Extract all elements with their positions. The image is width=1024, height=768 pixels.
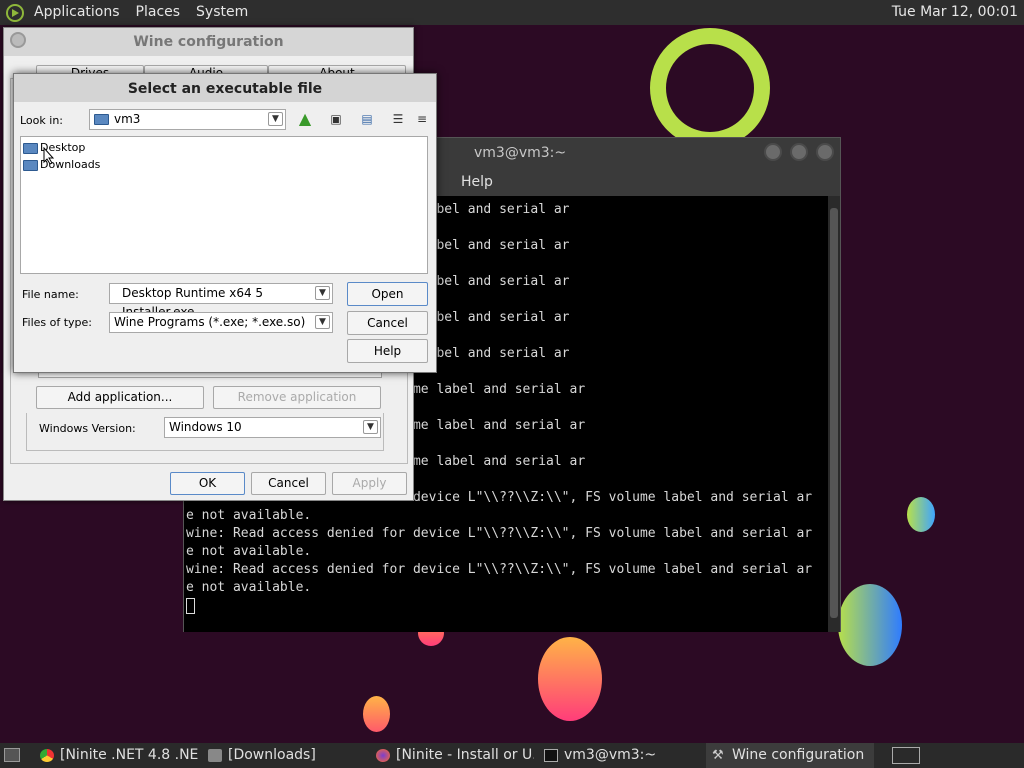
windows-version-select[interactable]: Windows 10 ▼ [164, 417, 381, 438]
task-ninite-install[interactable]: [Ninite - Install or U... [370, 743, 534, 768]
show-desktop-icon[interactable] [4, 748, 20, 762]
minimize-button[interactable] [764, 143, 782, 161]
look-in-select[interactable]: vm3 ▼ [89, 109, 286, 130]
terminal-line: e not available. [186, 508, 312, 523]
apply-button[interactable]: Apply [332, 472, 407, 495]
menu-help[interactable]: Help [461, 174, 493, 190]
help-button[interactable]: Help [347, 339, 428, 363]
task-downloads[interactable]: [Downloads] [202, 743, 366, 768]
wallpaper-ring [650, 28, 770, 148]
file-list[interactable]: Desktop Downloads [20, 136, 428, 274]
details-view-icon[interactable]: ≡ [411, 109, 433, 129]
folder-icon [94, 114, 109, 125]
desktop-icon[interactable]: ▣ [325, 109, 347, 129]
terminal-title: vm3@vm3:~ [474, 145, 567, 161]
dialog-title[interactable]: Select an executable file [14, 74, 436, 102]
folder-icon [23, 159, 38, 171]
close-button[interactable] [816, 143, 834, 161]
menu-places[interactable]: Places [128, 0, 189, 25]
terminal-scroll-thumb[interactable] [830, 208, 838, 618]
up-folder-icon[interactable]: ▲ [294, 109, 316, 129]
wine-menu-button[interactable] [10, 32, 26, 48]
add-application-button[interactable]: Add application... [36, 386, 204, 409]
terminal-line: e not available. [186, 544, 312, 559]
chevron-down-icon: ▼ [315, 286, 330, 300]
chevron-down-icon: ▼ [315, 315, 330, 329]
task-wine-config[interactable]: ⚒ Wine configuration [706, 743, 874, 768]
task-ninite-net[interactable]: [Ninite .NET 4.8 .NE... [34, 743, 198, 768]
workspace-switcher[interactable] [892, 747, 920, 764]
chevron-down-icon: ▼ [363, 420, 378, 434]
maximize-button[interactable] [790, 143, 808, 161]
menu-system[interactable]: System [188, 0, 256, 25]
terminal-line: wine: Read access denied for device L"\\… [186, 562, 813, 577]
tools-icon: ⚒ [712, 748, 724, 763]
chevron-down-icon: ▼ [268, 112, 283, 126]
files-of-type-select[interactable]: Wine Programs (*.exe; *.exe.so) ▼ [109, 312, 333, 333]
wine-config-title[interactable]: Wine configuration [4, 28, 413, 56]
ok-button[interactable]: OK [170, 472, 245, 495]
wallpaper-bubble-blue [838, 584, 902, 666]
open-button[interactable]: Open [347, 282, 428, 306]
list-view-icon[interactable]: ☰ [387, 109, 409, 129]
mouse-pointer-icon [43, 147, 55, 165]
list-item[interactable]: Downloads [23, 158, 100, 171]
file-name-label: File name: [22, 288, 79, 301]
terminal-cursor [186, 597, 195, 614]
top-panel: Applications Places System Tue Mar 12, 0… [0, 0, 1024, 25]
distro-logo-icon[interactable] [6, 3, 24, 22]
folder-icon [23, 142, 38, 154]
look-in-label: Look in: [20, 114, 63, 127]
remove-application-button[interactable]: Remove application [213, 386, 381, 409]
terminal-icon [544, 749, 558, 762]
wallpaper-bubble-pink [538, 637, 602, 721]
taskbar: [Ninite .NET 4.8 .NE... [Downloads] [Nin… [0, 743, 1024, 768]
menu-applications[interactable]: Applications [26, 0, 128, 25]
file-name-input[interactable]: Desktop Runtime x64 5 Installer.exe ▼ [109, 283, 333, 319]
wallpaper-bubble-small [363, 696, 390, 732]
terminal-line: e not available. [186, 580, 312, 595]
clock[interactable]: Tue Mar 12, 00:01 [892, 0, 1018, 25]
select-executable-dialog: Select an executable file Look in: vm3 ▼… [13, 73, 437, 373]
task-terminal[interactable]: vm3@vm3:~ [538, 743, 702, 768]
terminal-line: wine: Read access denied for device L"\\… [186, 526, 813, 541]
folder-icon [208, 749, 222, 762]
new-folder-icon[interactable]: ▤ [356, 109, 378, 129]
files-of-type-label: Files of type: [22, 316, 93, 329]
dialog-cancel-button[interactable]: Cancel [347, 311, 428, 335]
chrome-icon [40, 749, 54, 762]
wallpaper-bubble-cyan [907, 497, 935, 532]
firefox-icon [376, 749, 390, 762]
windows-version-label: Windows Version: [39, 422, 136, 435]
cancel-button[interactable]: Cancel [251, 472, 326, 495]
